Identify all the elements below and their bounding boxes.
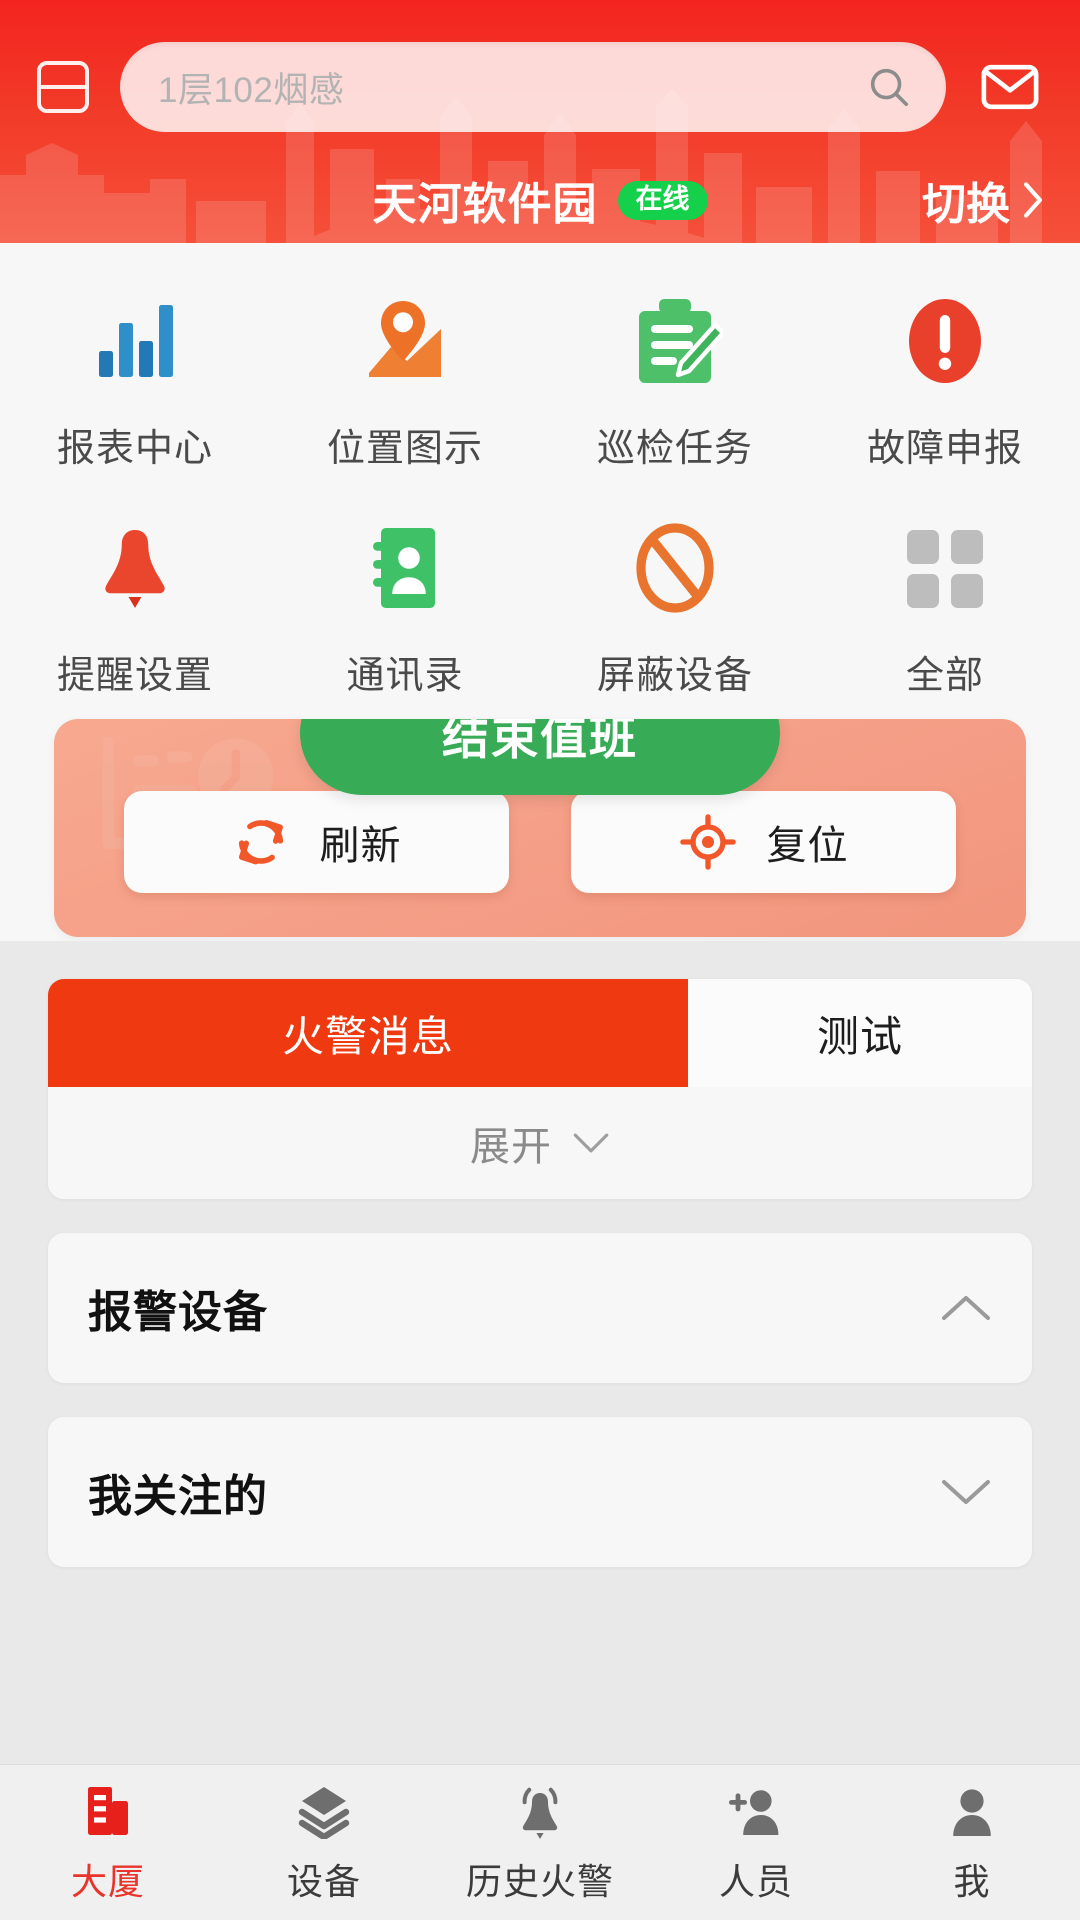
end-duty-label: 结束值班 [442,719,638,764]
contacts-book-icon [357,516,453,620]
app-header: 1层102烟感 天河软件园 在线 切换 [0,0,1080,243]
alert-circle-glyph [909,299,981,383]
tabbar-item-me[interactable]: 我 [864,1781,1080,1905]
status-badge: 在线 [617,180,708,220]
list-item-my-followed[interactable]: 我关注的 [48,1417,1032,1567]
end-duty-button[interactable]: 结束值班 [300,719,780,795]
bell-icon [87,516,183,620]
tabbar-item-devices[interactable]: 设备 [216,1781,432,1905]
list-item-title: 报警设备 [88,1288,268,1337]
map-pin-icon [357,289,453,393]
chevron-down-icon [942,1480,990,1504]
list-item-alarm-devices[interactable]: 报警设备 [48,1233,1032,1383]
grid-item-fault-report[interactable]: 故障申报 [810,271,1080,484]
tabbar-item-label: 我 [953,1860,991,1902]
tab-label: 测试 [816,1012,903,1060]
grid-item-label: 全部 [905,655,984,697]
user-add-glyph [729,1789,779,1835]
no-entry-icon [627,516,723,620]
switch-site-label: 切换 [922,180,1010,229]
expand-toggle-label: 展开 [470,1125,552,1169]
grid-item-label: 报表中心 [56,428,213,470]
alert-circle-icon [897,289,993,393]
layers-glyph [298,1786,350,1839]
tabbar-item-label: 设备 [286,1860,361,1902]
mail-envelope-glyph [981,64,1039,110]
layers-icon [296,1781,352,1839]
header-top-bar: 1层102烟感 [0,0,1080,132]
mail-icon[interactable] [974,51,1046,123]
bottom-tab-bar: 大厦 设备 历史火警 人员 我 [0,1764,1080,1920]
split-view-icon[interactable] [34,58,92,116]
header-site-row: 天河软件园 在线 切换 [0,168,1080,232]
tab-label: 火警消息 [281,1012,454,1060]
grid-item-label: 通讯录 [346,655,464,697]
grid-apps-icon [897,516,993,620]
no-entry-glyph [636,523,714,613]
chevron-up-icon [942,1296,990,1320]
duty-section: 刷新 复位 结束值班 [0,719,1080,937]
messages-card: 火警消息 测试 展开 [48,979,1032,1199]
bar-chart-glyph [99,305,173,377]
clipboard-pencil-glyph [639,299,723,383]
site-name: 天河软件园 [372,180,598,229]
tabbar-item-alarm-history[interactable]: 历史火警 [432,1781,648,1905]
tabbar-item-label: 大厦 [70,1860,145,1902]
grid-item-contacts[interactable]: 通讯录 [270,498,540,711]
grid-item-location-map[interactable]: 位置图示 [270,271,540,484]
bar-chart-icon [87,289,183,393]
tabbar-item-building[interactable]: 大厦 [0,1781,216,1905]
list-item-title: 我关注的 [88,1472,268,1521]
clipboard-pencil-icon [627,289,723,393]
duty-action-row: 刷新 复位 [54,791,1026,893]
building-glyph [88,1786,128,1835]
contacts-book-glyph [373,528,435,608]
grid-item-reminder-settings[interactable]: 提醒设置 [0,498,270,711]
bell-glyph [105,530,165,608]
target-icon [679,814,736,870]
search-input[interactable]: 1层102烟感 [120,42,946,132]
tabbar-item-label: 历史火警 [465,1860,614,1902]
tabbar-item-personnel[interactable]: 人员 [648,1781,864,1905]
search-input-value: 1层102烟感 [158,70,345,110]
quick-actions-grid: 报表中心 位置图示 巡检任务 故障申报 提醒设置 通讯录 屏蔽设备 全部 [0,271,1080,711]
quick-actions-panel: 报表中心 位置图示 巡检任务 故障申报 提醒设置 通讯录 屏蔽设备 全部 刷新 … [0,243,1080,941]
user-icon [944,1781,1000,1839]
grid-item-inspection-task[interactable]: 巡检任务 [540,271,810,484]
grid-item-label: 巡检任务 [596,428,753,470]
map-pin-glyph [369,301,441,377]
grid-item-all[interactable]: 全部 [810,498,1080,711]
alarm-bell-icon [512,1781,568,1839]
message-tabs: 火警消息 测试 [48,979,1032,1087]
grid-item-reports[interactable]: 报表中心 [0,271,270,484]
tabbar-item-label: 人员 [718,1860,793,1902]
reset-button-label: 复位 [766,824,849,868]
alarm-bell-glyph [522,1787,558,1839]
switch-site-button[interactable]: 切换 [922,168,1044,232]
app-root: 1层102烟感 天河软件园 在线 切换 报表中心 位置图示 巡检任务 故障申报 … [0,0,1080,1920]
chevron-down-icon [573,1133,609,1153]
building-icon [80,1781,136,1839]
chevron-right-icon [1024,182,1042,218]
tab-fire-alarm-messages[interactable]: 火警消息 [48,979,688,1087]
refresh-icon [238,819,283,865]
grid-item-blocked-devices[interactable]: 屏蔽设备 [540,498,810,711]
refresh-button[interactable]: 刷新 [124,791,509,893]
grid-item-label: 屏蔽设备 [596,655,753,697]
duty-card: 刷新 复位 结束值班 [54,719,1026,937]
user-add-icon [728,1781,784,1839]
grid-item-label: 提醒设置 [56,655,213,697]
grid-item-label: 故障申报 [866,428,1023,470]
reset-button[interactable]: 复位 [571,791,956,893]
tab-test[interactable]: 测试 [688,979,1032,1087]
user-glyph [953,1788,991,1836]
grid-apps-glyph [907,530,983,608]
expand-toggle[interactable]: 展开 [48,1087,1032,1199]
grid-item-label: 位置图示 [326,428,483,470]
refresh-button-label: 刷新 [319,824,402,868]
search-icon [870,68,909,107]
